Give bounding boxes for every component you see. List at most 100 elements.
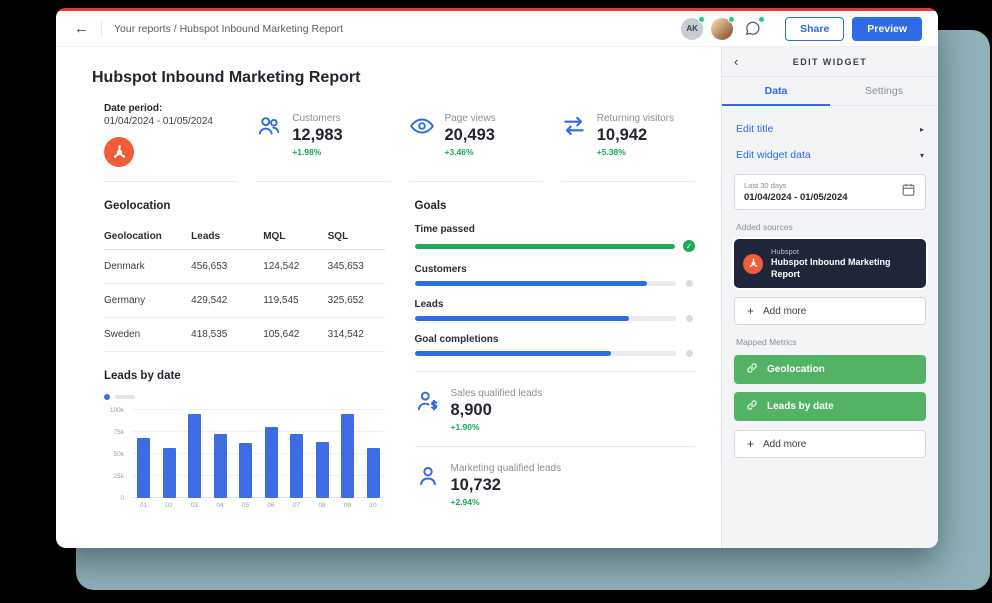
share-button[interactable]: Share (785, 16, 845, 41)
link-icon (746, 362, 758, 377)
progress-bar (414, 281, 676, 286)
date-period-value: 01/04/2024 - 01/05/2024 (104, 116, 213, 127)
leads-by-date-chart[interactable]: 100k 75k 50k 25k 0 01 02 03 04 05 06 07 08 09 10 (104, 407, 385, 509)
edit-title-row[interactable]: Edit title ▸ (734, 116, 926, 142)
bar[interactable] (188, 414, 201, 498)
column-header: Leads (191, 231, 221, 242)
app-window: ← Your reports / Hubspot Inbound Marketi… (56, 8, 938, 548)
x-tick-label: 05 (241, 502, 250, 509)
mapped-metric-chip[interactable]: Geolocation (734, 355, 926, 385)
table-cell: 345,653 (327, 261, 364, 272)
edit-widget-data-link[interactable]: Edit widget data (736, 149, 811, 161)
x-tick-label: 06 (267, 502, 275, 509)
x-tick-label: 07 (292, 502, 301, 509)
date-preset-label: Last 30 days (744, 181, 787, 190)
table-cell: 418,535 (191, 329, 228, 340)
bar[interactable] (239, 443, 252, 498)
plus-icon: + (747, 437, 755, 452)
user-avatar-photo[interactable] (711, 15, 736, 40)
goal-row: Leads (414, 299, 696, 322)
section-title-leads-by-date: Leads by date (104, 370, 181, 382)
stat-label: Sales qualified leads (450, 388, 543, 399)
kpi-card[interactable]: Customers 12,983 +1.98% (256, 103, 391, 182)
stat-card[interactable]: Marketing qualified leads 10,732 +2.94% (415, 447, 696, 521)
date-range-picker[interactable]: Last 30 days 01/04/2024 - 01/05/2024 (734, 174, 926, 210)
progress-end-dot (686, 280, 693, 287)
bar[interactable] (213, 433, 227, 498)
preview-button[interactable]: Preview (852, 16, 922, 41)
progress-bar (414, 243, 675, 249)
check-circle-icon: ✓ (683, 240, 695, 252)
middle-sections: Geolocation Geolocation Leads MQL SQL Denmar… (92, 182, 695, 521)
table-cell: 325,652 (327, 295, 364, 306)
edit-widget-data-row[interactable]: Edit widget data ▾ (734, 142, 926, 168)
people-icon (256, 113, 282, 139)
source-name: Hubspot Inbound Marketing Report (771, 257, 891, 279)
progress-bar (414, 316, 676, 321)
x-tick-label: 02 (165, 502, 173, 509)
tab-data[interactable]: Data (722, 77, 830, 106)
online-dot (698, 15, 706, 23)
chevron-left-icon[interactable]: ‹ (734, 55, 738, 68)
metric-label: Geolocation (767, 364, 825, 376)
date-period-card[interactable]: Date period: 01/04/2024 - 01/05/2024 (104, 103, 239, 182)
bar[interactable] (366, 447, 380, 498)
table-cell: Denmark (104, 261, 145, 272)
chat-icon[interactable] (741, 15, 766, 40)
plus-icon: + (747, 304, 755, 319)
breadcrumb[interactable]: Your reports / Hubspot Inbound Marketing… (114, 23, 343, 35)
tab-settings[interactable]: Settings (830, 77, 938, 105)
source-card[interactable]: Hubspot Hubspot Inbound Marketing Report (734, 239, 926, 289)
kpi-value: 20,493 (444, 126, 495, 144)
goal-row: Time passed ✓ (414, 224, 695, 252)
table-row: Sweden 418,535 105,642 314,542 (104, 318, 385, 352)
y-tick-label: 75k (113, 429, 124, 436)
kpi-delta: +1.98% (292, 147, 322, 157)
mapped-metric-chip[interactable]: Leads by date (734, 392, 926, 422)
table-row: Germany 429,542 119,545 325,652 (104, 284, 385, 318)
table-cell: 124,542 (263, 261, 300, 272)
table-header-row: Geolocation Leads MQL SQL (104, 224, 385, 250)
geolocation-section[interactable]: Geolocation Geolocation Leads MQL SQL Denmar… (104, 182, 385, 521)
kpi-card[interactable]: Page views 20,493 +3.46% (408, 103, 543, 182)
link-icon (746, 399, 758, 414)
chart-plot (132, 409, 385, 498)
panel-tabs: Data Settings (722, 77, 938, 106)
add-metric-button[interactable]: + Add more (734, 430, 926, 459)
goals-section[interactable]: Goals Time passed ✓ Customers Leads Goal… (414, 182, 696, 521)
table-cell: 119,545 (263, 295, 299, 306)
bar[interactable] (315, 441, 329, 498)
panel-body: Edit title ▸ Edit widget data ▾ Last 30 … (722, 106, 938, 468)
added-sources-label: Added sources (736, 222, 793, 232)
top-bar: ← Your reports / Hubspot Inbound Marketi… (56, 11, 938, 47)
table-cell: 105,642 (263, 329, 300, 340)
chart-y-axis: 100k 75k 50k 25k 0 (104, 407, 128, 502)
mapped-metrics-list: Geolocation Leads by date (734, 355, 926, 422)
table-cell: 429,542 (191, 295, 228, 306)
legend-pill (115, 395, 135, 399)
bar[interactable] (264, 426, 278, 498)
stat-delta: +1.90% (450, 422, 480, 432)
y-tick-label: 25k (113, 473, 124, 480)
bar[interactable] (290, 433, 303, 498)
bar[interactable] (162, 447, 176, 498)
avatar-initials[interactable]: AK (681, 15, 706, 40)
back-arrow-icon[interactable]: ← (74, 20, 89, 37)
x-tick-label: 10 (369, 502, 377, 509)
stat-value: 8,900 (450, 401, 492, 419)
add-source-button[interactable]: + Add more (734, 297, 926, 326)
add-more-label: Add more (763, 438, 807, 450)
section-title-geolocation: Geolocation (104, 200, 171, 212)
kpi-row: Date period: 01/04/2024 - 01/05/2024 Cus… (92, 103, 695, 182)
caret-down-icon: ▾ (919, 150, 924, 160)
panel-title: EDIT WIDGET (792, 56, 868, 67)
bar[interactable] (341, 414, 354, 498)
kpi-label: Returning visitors (596, 113, 675, 124)
x-tick-label: 08 (318, 502, 326, 509)
kpi-card[interactable]: Returning visitors 10,942 +5.38% (560, 103, 695, 182)
bar[interactable] (137, 438, 150, 498)
edit-title-link[interactable]: Edit title (736, 123, 773, 135)
stat-card[interactable]: Sales qualified leads 8,900 +1.90% (414, 372, 695, 447)
kpi-label: Customers (292, 113, 341, 124)
column-header: SQL (327, 231, 349, 242)
